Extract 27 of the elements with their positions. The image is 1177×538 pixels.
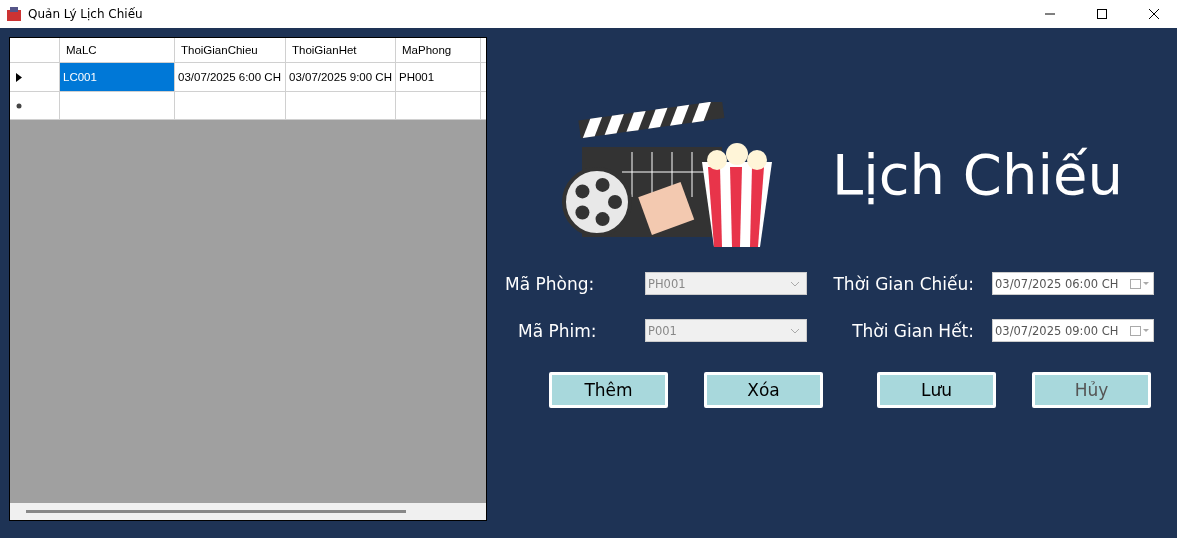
field-label: Thời Gian Hết: [851,320,975,341]
dropdown-caret-icon [790,280,800,287]
action-button[interactable]: Xóa [704,372,823,408]
window-title: Quản Lý Lịch Chiếu [28,7,144,21]
column-header[interactable]: ThoiGianChieu [175,38,286,63]
action-button[interactable]: Lưu [877,372,996,408]
calendar-icon [1130,278,1150,289]
table-cell: PH001 [396,63,481,92]
field-label: Mã Phòng: [505,273,596,294]
table-cell: LC001 [60,63,175,92]
field-label: Thời Gian Chiếu: [832,273,975,294]
column-header[interactable]: ThoiGianHet [286,38,396,63]
close-icon[interactable] [1149,9,1159,19]
maximize-icon[interactable] [1097,9,1107,19]
horizontal-scrollbar[interactable] [10,503,486,520]
calendar-icon [1130,325,1150,336]
table-cell: 03/07/2025 9:00 CH [286,63,396,92]
table-cell: 03/07/2025 6:00 CH [175,63,286,92]
date-picker[interactable]: 03/07/2025 09:00 CH [992,319,1154,342]
dropdown-caret-icon [790,327,800,334]
column-header[interactable]: MaPhong [396,38,481,63]
field-label: Mã Phim: [517,320,598,341]
action-button[interactable]: Thêm [549,372,668,408]
date-picker[interactable]: 03/07/2025 06:00 CH [992,272,1154,295]
page-heading: Lịch Chiếu [832,142,1123,207]
column-header[interactable]: MaLC [60,38,175,63]
app-icon [6,6,22,22]
